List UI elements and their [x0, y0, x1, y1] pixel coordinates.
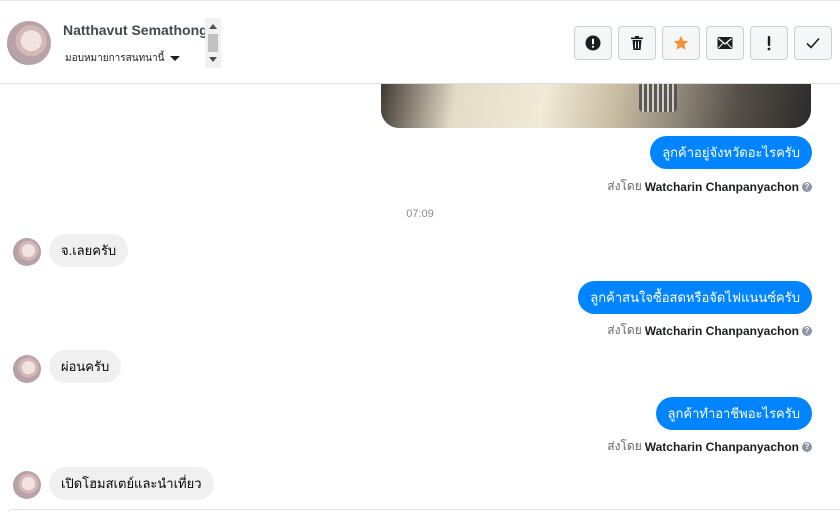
contact-avatar[interactable] — [7, 21, 51, 65]
exclamation-icon — [767, 36, 771, 51]
top-divider — [0, 0, 840, 4]
mark-unread-button[interactable] — [706, 26, 744, 60]
photo-detail — [639, 84, 677, 112]
sent-by-agent[interactable]: Watcharin Chanpanyachon — [645, 440, 799, 454]
sent-by-prefix: ส่งโดย — [607, 439, 642, 453]
sent-by-line: ส่งโดย Watcharin Chanpanyachon ? — [607, 437, 812, 456]
done-button[interactable] — [794, 26, 832, 60]
contact-name[interactable]: Natthavut Semathong — [63, 22, 208, 38]
contact-avatar-small[interactable] — [13, 238, 41, 266]
sent-by-line: ส่งโดย Watcharin Chanpanyachon ? — [607, 321, 812, 340]
shared-photo[interactable] — [381, 84, 811, 128]
assign-conversation-dropdown[interactable]: มอบหมายการสนทนานี้ — [65, 51, 181, 66]
scroll-thumb[interactable] — [208, 34, 218, 52]
name-scrollbar[interactable] — [205, 18, 221, 68]
sent-by-agent[interactable]: Watcharin Chanpanyachon — [645, 324, 799, 338]
contact-avatar-small[interactable] — [13, 355, 41, 383]
delete-button[interactable] — [618, 26, 656, 60]
envelope-icon — [717, 37, 733, 49]
scroll-down-icon[interactable] — [209, 57, 217, 62]
spam-button[interactable] — [574, 26, 612, 60]
star-button[interactable] — [662, 26, 700, 60]
exclamation-circle-icon — [585, 35, 601, 51]
help-icon[interactable]: ? — [802, 441, 812, 452]
assign-label: มอบหมายการสนทนานี้ — [65, 53, 165, 64]
help-icon[interactable]: ? — [802, 325, 812, 336]
contact-avatar-small[interactable] — [13, 471, 41, 499]
help-icon[interactable]: ? — [802, 181, 812, 192]
conversation-header: Natthavut Semathong มอบหมายการสนทนานี้ — [0, 0, 840, 84]
message-outgoing[interactable]: ลูกค้าสนใจซื้อสดหรือจัดไฟแนนซ์ครับ — [578, 281, 812, 314]
message-incoming[interactable]: เปิดโฮมสเตย์และนำเที่ยว — [49, 467, 214, 500]
sent-by-line: ส่งโดย Watcharin Chanpanyachon ? — [607, 177, 812, 196]
trash-icon — [631, 36, 643, 50]
action-toolbar — [574, 26, 832, 60]
sent-by-prefix: ส่งโดย — [607, 179, 642, 193]
message-incoming[interactable]: จ.เลยครับ — [49, 234, 129, 267]
message-outgoing[interactable]: ลูกค้าอยู่จังหวัดอะไรครับ — [650, 136, 812, 169]
sent-by-agent[interactable]: Watcharin Chanpanyachon — [645, 180, 799, 194]
checkmark-icon — [806, 37, 820, 49]
message-outgoing[interactable]: ลูกค้าทำอาชีพอะไรครับ — [655, 397, 812, 430]
message-incoming[interactable]: ผ่อนครับ — [49, 350, 122, 383]
follow-up-button[interactable] — [750, 26, 788, 60]
scroll-up-icon[interactable] — [209, 24, 217, 29]
star-icon — [673, 35, 689, 50]
timestamp: 07:09 — [406, 208, 434, 220]
message-thread[interactable]: ลูกค้าอยู่จังหวัดอะไรครับ ส่งโดย Watchar… — [0, 84, 840, 512]
caret-down-icon — [170, 56, 181, 61]
sent-by-prefix: ส่งโดย — [607, 323, 642, 337]
